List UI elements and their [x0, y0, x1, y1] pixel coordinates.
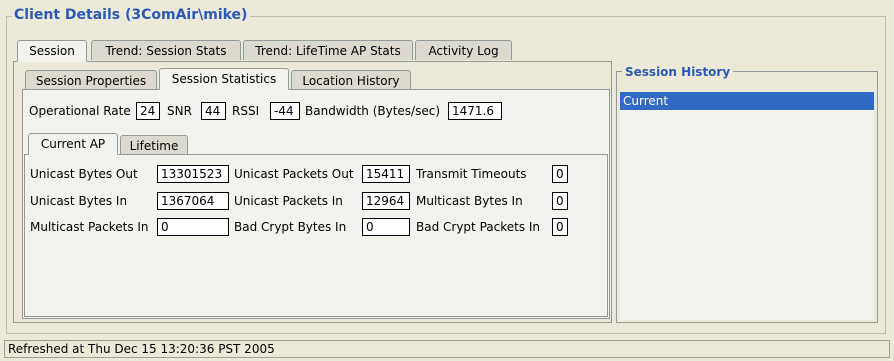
operational-rate-label: Operational Rate	[29, 104, 131, 118]
transmit-timeouts-value: 0	[552, 165, 568, 183]
page-title: Client Details (3ComAir\mike)	[12, 7, 251, 23]
tab-lifetime[interactable]: Lifetime	[120, 135, 188, 155]
unicast-packets-in-value: 12964	[362, 192, 410, 210]
multicast-bytes-in-label: Multicast Bytes In	[416, 194, 523, 208]
snr-label: SNR	[167, 104, 192, 118]
session-history-item-current[interactable]: Current	[620, 92, 874, 110]
unicast-packets-out-value: 15411	[362, 165, 410, 183]
status-bar: Refreshed at Thu Dec 15 13:20:36 PST 200…	[4, 340, 890, 358]
tab-trend-session-stats[interactable]: Trend: Session Stats	[91, 40, 241, 60]
rssi-label: RSSI	[232, 104, 260, 118]
operational-rate-value: 24	[136, 102, 160, 120]
session-history-title: Session History	[622, 65, 734, 79]
bandwidth-value: 1471.6	[448, 102, 502, 120]
tab-current-ap[interactable]: Current AP	[28, 133, 118, 155]
unicast-bytes-in-value: 1367064	[157, 192, 229, 210]
bad-crypt-bytes-in-value: 0	[362, 218, 410, 236]
tab-location-history[interactable]: Location History	[291, 70, 411, 90]
unicast-bytes-out-label: Unicast Bytes Out	[30, 167, 138, 181]
bad-crypt-packets-in-label: Bad Crypt Packets In	[416, 220, 541, 234]
multicast-packets-in-value: 0	[157, 218, 229, 236]
transmit-timeouts-label: Transmit Timeouts	[416, 167, 527, 181]
tab-session-statistics[interactable]: Session Statistics	[159, 68, 289, 90]
bad-crypt-packets-in-value: 0	[552, 218, 568, 236]
unicast-packets-out-label: Unicast Packets Out	[234, 167, 354, 181]
unicast-bytes-out-value: 13301523	[157, 165, 229, 183]
multicast-bytes-in-value: 0	[552, 192, 568, 210]
unicast-packets-in-label: Unicast Packets In	[234, 194, 343, 208]
unicast-bytes-in-label: Unicast Bytes In	[30, 194, 128, 208]
tab-session[interactable]: Session	[17, 40, 87, 62]
snr-value: 44	[201, 102, 226, 120]
bad-crypt-bytes-in-label: Bad Crypt Bytes In	[234, 220, 347, 234]
divider	[6, 333, 886, 334]
multicast-packets-in-label: Multicast Packets In	[30, 220, 149, 234]
tab-trend-lifetime-ap-stats[interactable]: Trend: LifeTime AP Stats	[243, 40, 413, 60]
rssi-value: -44	[270, 102, 300, 120]
bandwidth-label: Bandwidth (Bytes/sec)	[305, 104, 441, 118]
tab-session-properties[interactable]: Session Properties	[25, 70, 157, 90]
session-history-list[interactable]: Current	[620, 92, 874, 320]
tab-activity-log[interactable]: Activity Log	[415, 40, 512, 60]
